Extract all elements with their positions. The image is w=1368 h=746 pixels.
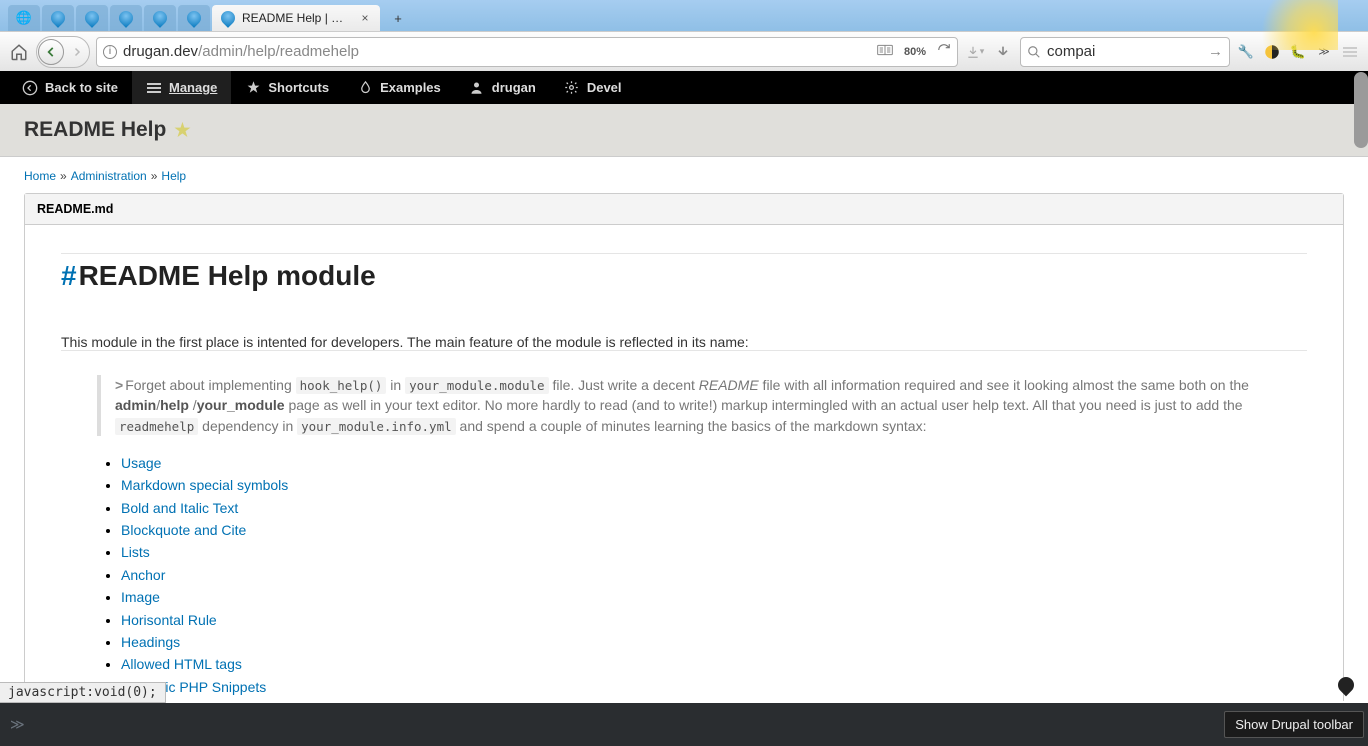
downloads-button[interactable]: ▾ — [964, 41, 986, 63]
reload-button[interactable] — [937, 43, 951, 61]
drupal-icon — [50, 10, 66, 26]
toc-item: Horisontal Rule — [121, 609, 1307, 631]
readme-filename: README.md — [25, 194, 1343, 225]
code-info-yml: your_module.info.yml — [297, 418, 456, 435]
info-icon[interactable]: i — [103, 45, 117, 59]
menu-button[interactable] — [1340, 42, 1360, 62]
page-title-region: README Help ★ — [0, 104, 1368, 157]
browser-tab-active[interactable]: README Help | M… × — [212, 5, 380, 31]
globe-icon: 🌐 — [16, 10, 32, 26]
toc-item: Bold and Italic Text — [121, 497, 1307, 519]
toc-item: Allowed HTML tags — [121, 653, 1307, 675]
toc-item: Anchor — [121, 564, 1307, 586]
shortcut-star-icon[interactable]: ★ — [174, 120, 190, 141]
drupal-icon — [152, 10, 168, 26]
back-forward-group — [36, 36, 90, 68]
search-go-icon[interactable]: → — [1208, 43, 1223, 60]
back-to-site-link[interactable]: Back to site — [8, 71, 132, 104]
code-hook-help: hook_help() — [296, 377, 387, 394]
search-box[interactable]: compai → — [1020, 37, 1230, 67]
manage-menu[interactable]: Manage — [132, 71, 231, 104]
browser-tab[interactable] — [178, 5, 210, 31]
browser-tab[interactable] — [76, 5, 108, 31]
toc-item: Headings — [121, 631, 1307, 653]
examples-menu[interactable]: Examples — [343, 71, 455, 104]
toc-item: Usage — [121, 452, 1307, 474]
toc-list: Usage Markdown special symbols Bold and … — [121, 452, 1307, 701]
page-title: README Help ★ — [24, 118, 1344, 142]
toc-item: Markdown Text Filter — [121, 698, 1307, 701]
browser-tab[interactable] — [110, 5, 142, 31]
status-bar: javascript:void(0); — [0, 682, 166, 703]
browser-tab[interactable] — [42, 5, 74, 31]
console-prompt-icon[interactable]: ≫ — [10, 716, 25, 733]
back-arrow-icon — [22, 80, 38, 96]
browser-nav-bar: i drugan.dev/admin/help/readmehelp 80% ▾… — [0, 31, 1368, 71]
gear-icon — [564, 80, 580, 96]
toc-item: Markdown special symbols — [121, 474, 1307, 496]
drupal-icon — [118, 10, 134, 26]
reader-mode-icon[interactable] — [877, 43, 893, 60]
toc-item: Blockquote and Cite — [121, 519, 1307, 541]
zoom-level[interactable]: 80% — [899, 45, 931, 59]
addon-bug-icon[interactable]: 🐛 — [1288, 42, 1308, 62]
devtools-console-bar: ≫ Show Drupal toolbar — [0, 703, 1368, 746]
addon-shield-icon[interactable] — [1262, 42, 1282, 62]
toc-item: Dynamic PHP Snippets — [121, 676, 1307, 698]
readme-intro: This module in the first place is intent… — [61, 324, 1307, 351]
search-icon — [1027, 45, 1041, 59]
drupal-icon — [220, 10, 236, 26]
toc-item: Lists — [121, 541, 1307, 563]
code-module-file: your_module.module — [405, 377, 548, 394]
drupal-icon — [186, 10, 202, 26]
breadcrumb-admin[interactable]: Administration — [71, 169, 147, 183]
back-button[interactable] — [38, 39, 64, 65]
code-readmehelp: readmehelp — [115, 418, 198, 435]
drupal-admin-toolbar: Back to site Manage Shortcuts Examples d… — [0, 71, 1368, 104]
browser-tab[interactable]: 🌐 — [8, 5, 40, 31]
hamburger-icon — [146, 80, 162, 96]
search-value: compai — [1047, 43, 1202, 60]
tab-title: README Help | M… — [242, 11, 352, 25]
user-icon — [469, 80, 485, 96]
shortcuts-menu[interactable]: Shortcuts — [231, 71, 343, 104]
scrollbar-thumb[interactable] — [1354, 72, 1368, 148]
breadcrumb-home[interactable]: Home — [24, 169, 56, 183]
new-tab-button[interactable]: + — [385, 7, 411, 29]
toc-item: Image — [121, 586, 1307, 608]
download-indicator[interactable] — [992, 41, 1014, 63]
browser-tab[interactable] — [144, 5, 176, 31]
drop-icon — [357, 80, 373, 96]
user-menu[interactable]: drugan — [455, 71, 550, 104]
drupal-toolbar-tooltip: Show Drupal toolbar — [1224, 711, 1364, 738]
overflow-button[interactable]: ≫ — [1314, 42, 1334, 62]
hash-anchor-icon[interactable]: # — [61, 260, 77, 291]
star-icon — [245, 80, 261, 96]
breadcrumb-help[interactable]: Help — [161, 169, 186, 183]
forward-button[interactable] — [66, 41, 88, 63]
url-bar[interactable]: i drugan.dev/admin/help/readmehelp 80% — [96, 37, 958, 67]
home-button[interactable] — [8, 41, 30, 63]
content-region: Home»Administration»Help README.md #READ… — [0, 157, 1368, 701]
url-text: drugan.dev/admin/help/readmehelp — [123, 43, 871, 60]
devtools-wrench-icon[interactable]: 🔧 — [1236, 42, 1256, 62]
readme-panel: README.md #README Help module This modul… — [24, 193, 1344, 701]
drupal-icon — [84, 10, 100, 26]
readme-blockquote: >Forget about implementing hook_help() i… — [97, 375, 1307, 436]
tab-close-button[interactable]: × — [358, 11, 372, 25]
browser-tab-strip: 🌐 README Help | M… × + — [0, 0, 1368, 31]
readme-heading: #README Help module — [61, 260, 1307, 292]
drupal-toolbar-toggle[interactable] — [1334, 673, 1358, 697]
blockquote-caret-icon: > — [115, 377, 123, 393]
breadcrumb: Home»Administration»Help — [24, 169, 1344, 183]
devel-menu[interactable]: Devel — [550, 71, 636, 104]
